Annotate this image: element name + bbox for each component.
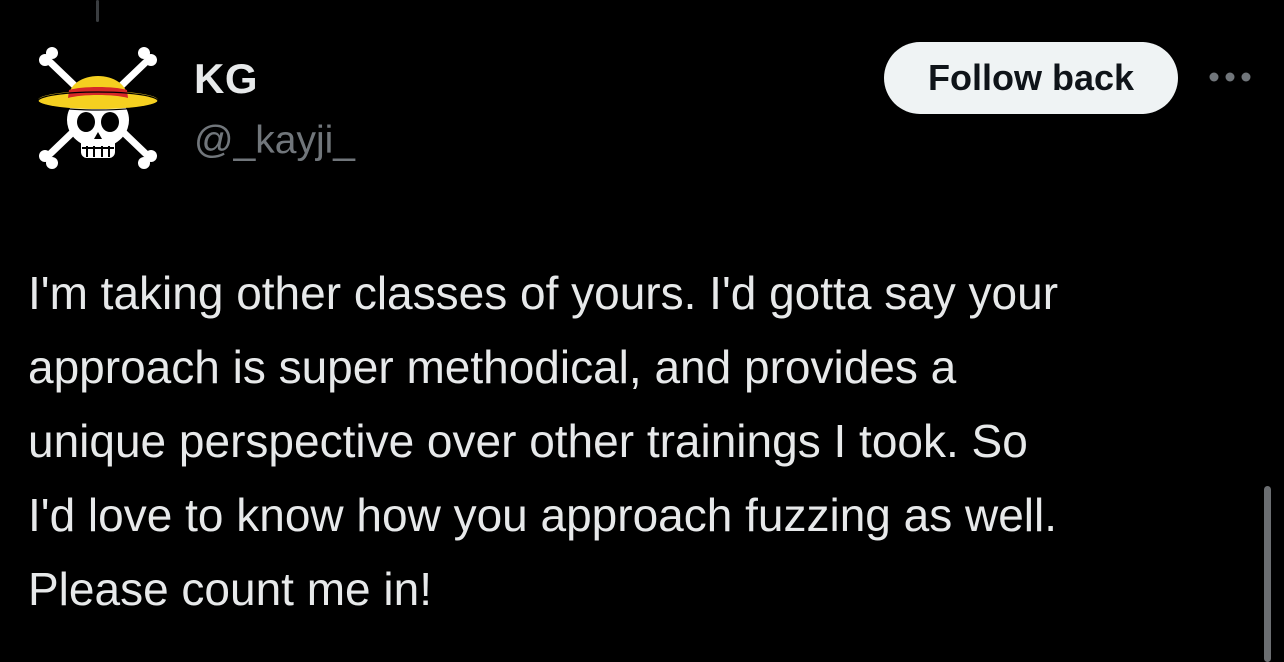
thread-connector-line: [96, 0, 99, 22]
tweet-text: I'm taking other classes of yours. I'd g…: [28, 256, 1258, 626]
tweet-text-line: Please count me in!: [28, 563, 433, 615]
more-options-button[interactable]: [1204, 62, 1256, 92]
avatar[interactable]: [32, 40, 164, 172]
follow-back-button[interactable]: Follow back: [884, 42, 1178, 114]
tweet-text-line: I'd love to know how you approach fuzzin…: [28, 489, 1058, 541]
scrollbar[interactable]: [1264, 486, 1271, 662]
tweet-text-line: unique perspective over other trainings …: [28, 415, 1028, 467]
straw-hat-jolly-roger-icon: [37, 47, 159, 169]
tweet-text-line: I'm taking other classes of yours. I'd g…: [28, 267, 1059, 319]
tweet-text-line: approach is super methodical, and provid…: [28, 341, 957, 393]
author-display-name[interactable]: KG: [194, 54, 258, 104]
author-handle[interactable]: @_kayji_: [194, 116, 355, 166]
more-horizontal-icon: [1209, 72, 1251, 82]
